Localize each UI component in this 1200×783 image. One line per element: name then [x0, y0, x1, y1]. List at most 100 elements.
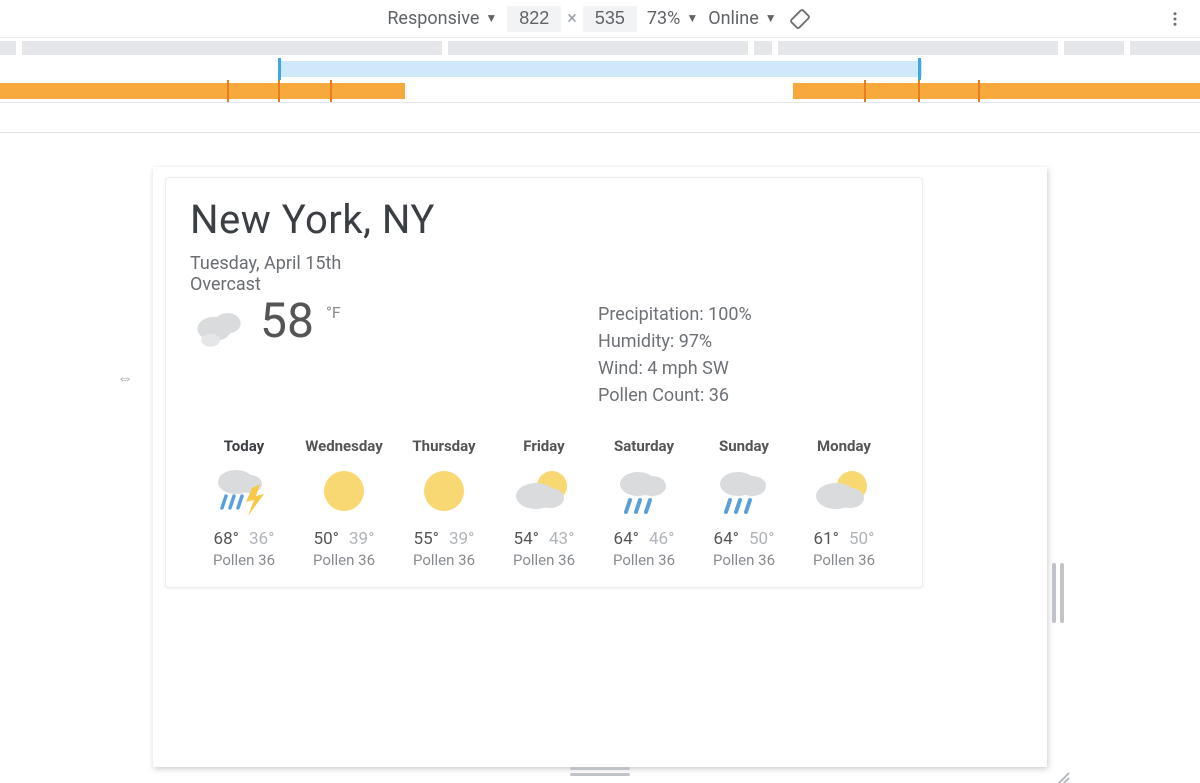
weather-card: New York, NY Tuesday, April 15th Overcas… — [165, 177, 923, 588]
ruler-segment[interactable] — [1130, 41, 1200, 55]
forecast-day: Friday 54° 43° Pollen 36 — [496, 437, 592, 569]
humidity-label: Humidity: — [598, 331, 674, 352]
forecast-row: Today68°36°Pollen 36Wednesday50°39°Polle… — [190, 437, 898, 569]
min-width-band[interactable] — [0, 83, 405, 99]
forecast-day: Today 68°36° Pollen 36 — [196, 437, 292, 569]
ruler-segment[interactable] — [1064, 41, 1124, 55]
device-mode-select[interactable]: Responsive ▼ — [387, 8, 497, 29]
ruler-bar[interactable] — [0, 38, 1200, 58]
times-icon: × — [567, 8, 577, 29]
forecast-day: Sunday 64° 50° Pollen 36 — [696, 437, 792, 569]
forecast-temps: 55° 39° — [396, 529, 492, 549]
forecast-day-name: Friday — [496, 437, 592, 455]
temperature-value: 58 — [260, 297, 314, 345]
breakpoint-tick[interactable] — [278, 80, 280, 102]
resize-handle-corner[interactable] — [1055, 771, 1071, 783]
breakpoint-tick[interactable] — [918, 80, 920, 102]
forecast-temps: 64° 50° — [696, 529, 792, 549]
height-input[interactable] — [583, 6, 637, 32]
partly-icon — [796, 459, 892, 523]
device-toolbar: Responsive ▼ × 73% ▼ Online ▼ — [0, 0, 1200, 38]
current-temp-group: 58 °F — [190, 297, 341, 361]
resize-handle-bottom[interactable] — [570, 767, 630, 777]
forecast-high: 55° — [414, 529, 439, 549]
forecast-day-name: Today — [196, 437, 292, 455]
width-input[interactable] — [507, 6, 561, 32]
resize-handle-right[interactable] — [1052, 563, 1066, 623]
precipitation-label: Precipitation: — [598, 304, 704, 325]
forecast-pollen: Pollen 36 — [796, 551, 892, 569]
forecast-day-name: Monday — [796, 437, 892, 455]
forecast-pollen: Pollen 36 — [296, 551, 392, 569]
forecast-day: Saturday64°46°Pollen 36 — [596, 437, 692, 569]
forecast-low: 39° — [449, 529, 474, 549]
forecast-low: 39° — [349, 529, 374, 549]
ruler-segment[interactable] — [0, 41, 16, 55]
forecast-high: 64° — [714, 529, 739, 549]
forecast-high: 50° — [314, 529, 339, 549]
forecast-day-name: Sunday — [696, 437, 792, 455]
max-width-band[interactable] — [278, 61, 922, 77]
rotate-button[interactable] — [787, 6, 813, 32]
min-width-band[interactable] — [793, 83, 1200, 99]
forecast-pollen: Pollen 36 — [596, 551, 692, 569]
forecast-day: Monday 61° 50° Pollen 36 — [796, 437, 892, 569]
temperature-unit: °F — [326, 303, 341, 322]
forecast-high: 64° — [614, 529, 639, 549]
forecast-temps: 54° 43° — [496, 529, 592, 549]
forecast-temps: 50° 39° — [296, 529, 392, 549]
precipitation-value: 100% — [708, 304, 752, 325]
location-heading: New York, NY — [190, 196, 898, 243]
max-width-bar[interactable] — [0, 58, 1200, 80]
forecast-pollen: Pollen 36 — [496, 551, 592, 569]
forecast-high: 54° — [514, 529, 539, 549]
ruler-segment[interactable] — [778, 41, 1058, 55]
ruler-segment[interactable] — [754, 41, 772, 55]
more-options-button[interactable] — [1162, 6, 1188, 32]
forecast-high: 68° — [214, 529, 239, 549]
resize-handle-left[interactable]: ⇔ — [117, 368, 133, 388]
forecast-day: Thursday55°39°Pollen 36 — [396, 437, 492, 569]
forecast-day: Wednesday 50° 39° Pollen 36 — [296, 437, 392, 569]
kebab-icon — [1166, 10, 1184, 28]
rain-icon — [696, 459, 792, 523]
dropdown-arrow-icon: ▼ — [485, 11, 497, 25]
breakpoint-tick[interactable] — [227, 80, 229, 102]
min-width-bar[interactable] — [0, 80, 1200, 102]
wind-value: 4 mph SW — [647, 358, 729, 379]
forecast-day-name: Saturday — [596, 437, 692, 455]
wind-label: Wind: — [598, 358, 643, 379]
overcast-icon — [190, 297, 250, 361]
forecast-high: 61° — [814, 529, 839, 549]
forecast-pollen: Pollen 36 — [396, 551, 492, 569]
forecast-low: 50° — [749, 529, 774, 549]
emulated-viewport: New York, NY Tuesday, April 15th Overcas… — [153, 167, 1047, 767]
date-text: Tuesday, April 15th — [190, 253, 898, 274]
current-conditions-row: 58 °F Precipitation: 100% Humidity: 97% … — [190, 297, 898, 409]
sunny-icon — [296, 459, 392, 523]
breakpoint-tick[interactable] — [864, 80, 866, 102]
forecast-pollen: Pollen 36 — [196, 551, 292, 569]
dropdown-arrow-icon: ▼ — [686, 11, 698, 25]
forecast-temps: 68°36° — [196, 529, 292, 549]
breakpoint-tick[interactable] — [978, 80, 980, 102]
pollen-label: Pollen Count: — [598, 385, 704, 406]
forecast-low: 43° — [549, 529, 574, 549]
throttling-select[interactable]: Online ▼ — [708, 8, 776, 29]
forecast-temps: 61° 50° — [796, 529, 892, 549]
ruler-segment[interactable] — [22, 41, 442, 55]
breakpoint-tick[interactable] — [278, 58, 281, 80]
forecast-day-name: Wednesday — [296, 437, 392, 455]
spacer — [0, 103, 1200, 133]
breakpoint-tick[interactable] — [918, 58, 921, 80]
throttling-value: Online — [708, 8, 759, 29]
zoom-select[interactable]: 73% ▼ — [647, 8, 698, 29]
forecast-low: 50° — [849, 529, 874, 549]
weather-stats: Precipitation: 100% Humidity: 97% Wind: … — [598, 297, 898, 409]
pollen-value: 36 — [709, 385, 729, 406]
rotate-icon — [789, 8, 811, 30]
dropdown-arrow-icon: ▼ — [765, 11, 777, 25]
ruler-segment[interactable] — [448, 41, 748, 55]
forecast-pollen: Pollen 36 — [696, 551, 792, 569]
breakpoint-tick[interactable] — [330, 80, 332, 102]
